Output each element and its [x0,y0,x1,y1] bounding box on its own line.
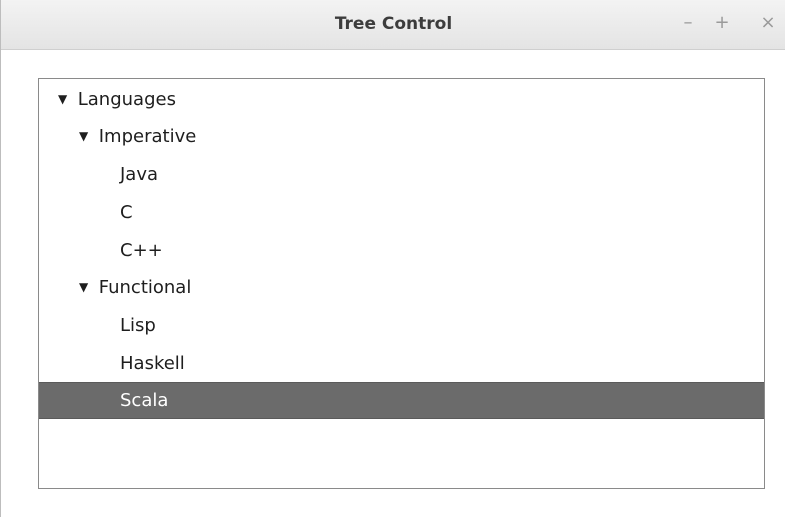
tree-item-imperative[interactable]: ▼ Imperative [39,118,785,155]
title-bar[interactable]: Tree Control – + × [1,0,785,50]
tree-item-lisp[interactable]: Lisp [39,307,785,344]
tree-item-java[interactable]: Java [39,156,785,193]
tree-item-cpp[interactable]: C++ [39,232,785,269]
close-button[interactable]: × [757,12,779,34]
expanded-arrow-icon[interactable]: ▼ [79,118,93,155]
window-title: Tree Control [334,14,453,34]
tree-item-functional[interactable]: ▼ Functional [39,269,785,306]
tree-item-languages[interactable]: ▼ Languages [39,81,783,118]
minimize-button[interactable]: – [677,12,699,34]
tree-item-c[interactable]: C [39,194,785,231]
tree-item-label: Imperative [98,126,197,147]
expanded-arrow-icon[interactable]: ▼ [58,81,72,118]
tree-item-label: C++ [120,240,163,261]
tree-item-scala[interactable]: Scala [39,382,764,419]
tree-view[interactable]: ▼ Languages ▼ Imperative Java C C++ ▼ Fu… [38,78,765,489]
tree-item-label: Haskell [120,353,185,374]
tree-item-label: Lisp [120,315,156,336]
expanded-arrow-icon[interactable]: ▼ [79,269,93,306]
tree-item-label: Scala [120,390,169,411]
tree-item-haskell[interactable]: Haskell [39,345,785,382]
tree-item-label: C [120,202,133,223]
tree-item-label: Java [120,164,159,185]
tree-control-window: Tree Control – + × ▼ Languages ▼ Imperat… [0,0,785,517]
maximize-button[interactable]: + [711,12,733,34]
tree-item-label: Languages [77,89,176,110]
tree-item-label: Functional [98,277,192,298]
